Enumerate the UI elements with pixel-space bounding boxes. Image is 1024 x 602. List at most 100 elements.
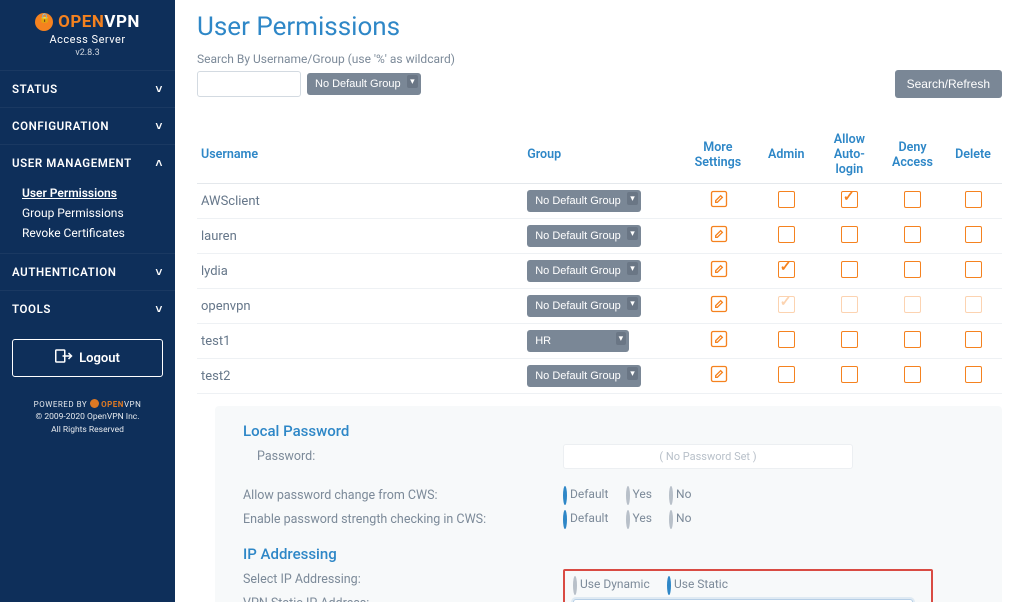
- admin-checkbox[interactable]: [778, 331, 795, 348]
- deny-checkbox[interactable]: [904, 366, 921, 383]
- main-content: User Permissions Search By Username/Grou…: [175, 0, 1024, 602]
- group-dropdown[interactable]: No Default Group: [527, 260, 641, 282]
- delete-checkbox[interactable]: [965, 261, 982, 278]
- deny-checkbox[interactable]: [904, 331, 921, 348]
- delete-checkbox[interactable]: [965, 191, 982, 208]
- strength-yes-radio[interactable]: [626, 510, 630, 529]
- group-dropdown[interactable]: No Default Group: [527, 225, 641, 247]
- edit-icon[interactable]: [709, 189, 727, 207]
- user-detail-panel: Local Password Password: ( No Password S…: [215, 406, 1002, 602]
- delete-checkbox[interactable]: [965, 296, 982, 313]
- group-dropdown[interactable]: No Default Group: [527, 365, 641, 387]
- delete-checkbox[interactable]: [965, 366, 982, 383]
- strength-no-radio[interactable]: [669, 510, 673, 529]
- ip-highlight-box: Use Dynamic Use Static: [563, 569, 933, 602]
- admin-checkbox[interactable]: [778, 366, 795, 383]
- table-row: lydiaNo Default Group: [197, 254, 1002, 289]
- brand-version: v2.8.3: [8, 48, 167, 58]
- col-admin: Admin: [755, 126, 818, 184]
- password-field[interactable]: ( No Password Set ): [563, 444, 853, 469]
- admin-checkbox[interactable]: [778, 226, 795, 243]
- admin-checkbox[interactable]: [778, 261, 795, 278]
- col-delete: Delete: [944, 126, 1002, 184]
- edit-icon[interactable]: [709, 364, 727, 382]
- table-row: openvpnNo Default Group: [197, 289, 1002, 324]
- cell-username: test2: [197, 359, 523, 394]
- password-label: Password:: [243, 449, 563, 464]
- cell-username: test1: [197, 324, 523, 359]
- delete-checkbox[interactable]: [965, 226, 982, 243]
- deny-checkbox[interactable]: [904, 261, 921, 278]
- edit-icon[interactable]: [709, 224, 727, 242]
- cell-username: lydia: [197, 254, 523, 289]
- default-group-dropdown[interactable]: No Default Group: [307, 73, 421, 95]
- edit-icon[interactable]: [709, 329, 727, 347]
- nav-item-tools[interactable]: TOOLS˅: [0, 291, 175, 327]
- group-dropdown[interactable]: No Default Group: [527, 190, 641, 212]
- autologin-checkbox[interactable]: [841, 366, 858, 383]
- search-refresh-button[interactable]: Search/Refresh: [895, 70, 1002, 98]
- sidebar: OPENVPN Access Server v2.8.3 STATUS˅CONF…: [0, 0, 175, 602]
- cell-username: AWSclient: [197, 184, 523, 219]
- deny-checkbox[interactable]: [904, 296, 921, 313]
- table-row: test1HR: [197, 324, 1002, 359]
- shield-icon: [35, 13, 53, 31]
- group-dropdown[interactable]: HR: [527, 330, 629, 352]
- logout-button[interactable]: Logout: [12, 339, 163, 377]
- table-row: laurenNo Default Group: [197, 219, 1002, 254]
- ip-dynamic-radio[interactable]: [573, 576, 577, 595]
- section-ip-addressing: IP Addressing: [243, 545, 974, 563]
- delete-checkbox[interactable]: [965, 331, 982, 348]
- sidebar-footer: POWERED BY OPENVPN © 2009-2020 OpenVPN I…: [0, 399, 175, 437]
- table-row: test2No Default Group: [197, 359, 1002, 394]
- col-more: More Settings: [681, 126, 755, 184]
- deny-checkbox[interactable]: [904, 226, 921, 243]
- search-label: Search By Username/Group (use '%' as wil…: [197, 52, 1002, 66]
- subnav-revoke-certificates[interactable]: Revoke Certificates: [22, 223, 175, 243]
- col-deny: Deny Access: [881, 126, 944, 184]
- allow-change-no-radio[interactable]: [669, 486, 673, 505]
- chevron-down-icon: ˅: [155, 265, 163, 279]
- ip-static-radio[interactable]: [667, 576, 671, 595]
- page-title: User Permissions: [197, 12, 1002, 42]
- autologin-checkbox[interactable]: [841, 261, 858, 278]
- vpn-static-label: VPN Static IP Address:: [243, 596, 563, 602]
- deny-checkbox[interactable]: [904, 191, 921, 208]
- chevron-down-icon: ˅: [155, 302, 163, 316]
- col-autologin: Allow Auto-login: [818, 126, 881, 184]
- subnav-user-permissions[interactable]: User Permissions: [22, 183, 175, 203]
- autologin-checkbox[interactable]: [841, 191, 858, 208]
- logout-label: Logout: [79, 351, 120, 366]
- users-table: Username Group More Settings Admin Allow…: [197, 126, 1002, 394]
- nav-item-configuration[interactable]: CONFIGURATION˅: [0, 108, 175, 144]
- chevron-up-icon: ˄: [155, 156, 163, 170]
- table-row: AWSclientNo Default Group: [197, 184, 1002, 219]
- logout-icon: [55, 349, 73, 367]
- strength-default-radio[interactable]: [563, 510, 567, 529]
- chevron-down-icon: ˅: [155, 82, 163, 96]
- allow-pw-change-label: Allow password change from CWS:: [243, 488, 563, 503]
- autologin-checkbox[interactable]: [841, 331, 858, 348]
- allow-change-yes-radio[interactable]: [626, 486, 630, 505]
- chevron-down-icon: ˅: [155, 119, 163, 133]
- brand-subtitle: Access Server: [8, 33, 167, 46]
- allow-change-default-radio[interactable]: [563, 486, 567, 505]
- cell-username: openvpn: [197, 289, 523, 324]
- nav-item-authentication[interactable]: AUTHENTICATION˅: [0, 254, 175, 290]
- edit-icon[interactable]: [709, 259, 727, 277]
- autologin-checkbox[interactable]: [841, 226, 858, 243]
- section-local-password: Local Password: [243, 422, 974, 440]
- col-username: Username: [197, 126, 523, 184]
- edit-icon[interactable]: [709, 294, 727, 312]
- nav-item-status[interactable]: STATUS˅: [0, 71, 175, 107]
- group-dropdown[interactable]: No Default Group: [527, 295, 641, 317]
- nav-item-user-management[interactable]: USER MANAGEMENT˄: [0, 145, 175, 181]
- autologin-checkbox[interactable]: [841, 296, 858, 313]
- search-input[interactable]: [197, 71, 301, 97]
- subnav-group-permissions[interactable]: Group Permissions: [22, 203, 175, 223]
- col-group: Group: [523, 126, 681, 184]
- admin-checkbox[interactable]: [778, 191, 795, 208]
- cell-username: lauren: [197, 219, 523, 254]
- admin-checkbox[interactable]: [778, 296, 795, 313]
- pw-strength-label: Enable password strength checking in CWS…: [243, 512, 563, 527]
